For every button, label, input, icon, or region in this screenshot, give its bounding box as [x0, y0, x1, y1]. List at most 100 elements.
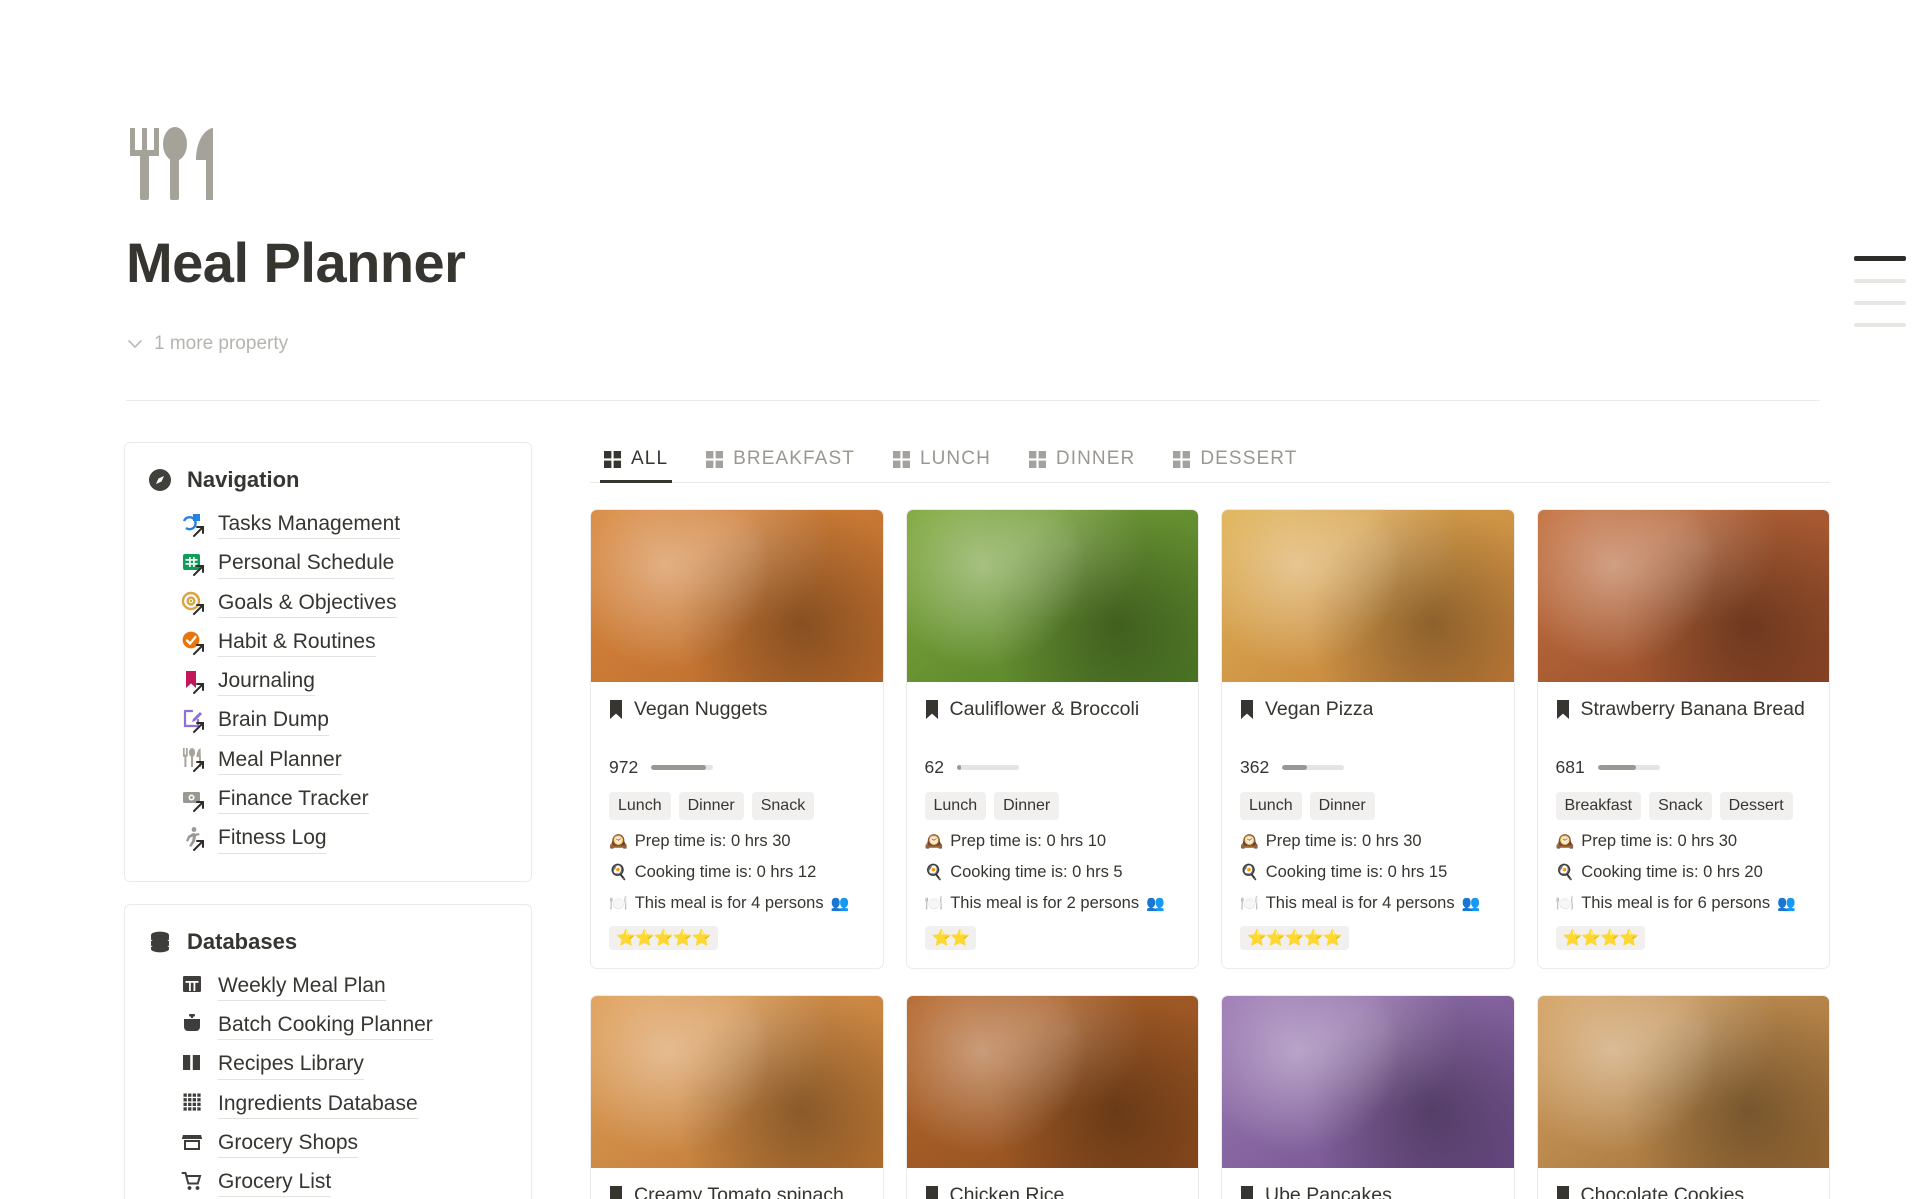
database-item-recipes-library[interactable]: Recipes Library [181, 1045, 509, 1084]
tab-lunch[interactable]: LUNCH [889, 442, 995, 482]
recipe-title: Ube Pancakes [1265, 1183, 1392, 1199]
ube-pancakes-photo [1222, 995, 1514, 1168]
sidebar-item-fitness-log[interactable]: Fitness Log [181, 819, 509, 858]
tab-breakfast[interactable]: BREAKFAST [702, 442, 859, 482]
cooking-time-text: Cooking time is: 0 hrs 20 [1581, 862, 1763, 881]
recipe-card[interactable]: Ube Pancakes [1221, 994, 1515, 1199]
more-property-toggle[interactable]: 1 more property [126, 333, 1826, 355]
recipe-card-body: Strawberry Banana Bread 681 Breakfast Snack… [1538, 682, 1830, 968]
recipe-card[interactable]: Cauliflower & Broccoli 62 Lunch Dinner 🕰️ Pre… [905, 509, 1199, 969]
pan-icon: 🍳 [924, 863, 944, 881]
recipe-tag[interactable]: Dinner [678, 792, 744, 820]
plate-icon: 🍽️ [924, 894, 944, 912]
recipe-card[interactable]: Creamy Tomato spinach [590, 994, 884, 1199]
database-item-weekly-meal-plan[interactable]: Weekly Meal Plan [181, 967, 509, 1006]
recipe-tag[interactable]: Dessert [1719, 792, 1793, 820]
recipe-card[interactable]: Vegan Pizza 362 Lunch Dinner 🕰️ Prep time is:… [1221, 509, 1515, 969]
recipe-card[interactable]: Vegan Nuggets 972 Lunch Dinner Snack 🕰️ Prep t… [590, 509, 884, 969]
recipe-tag[interactable]: Breakfast [1555, 792, 1642, 820]
people-icon: 👥 [1146, 894, 1165, 912]
database-item-batch-cooking-planner[interactable]: Batch Cooking Planner [181, 1006, 509, 1045]
recipe-title-row: Creamy Tomato spinach [609, 1183, 865, 1199]
page-indicator-bar[interactable] [1854, 279, 1906, 283]
recipe-tag[interactable]: Lunch [924, 792, 987, 820]
sidebar-item-finance-tracker[interactable]: Finance Tracker [181, 780, 509, 819]
servings-text: This meal is for 4 persons [1265, 893, 1455, 912]
chicken-rice-photo [906, 995, 1198, 1168]
bookmark-icon [1556, 1185, 1569, 1199]
page-indicator-bar[interactable] [1854, 323, 1906, 327]
clock-icon: 🕰️ [924, 832, 944, 850]
grid-squares-icon [1028, 450, 1046, 468]
grid-squares-icon [604, 450, 621, 468]
sidebar-item-personal-schedule[interactable]: Personal Schedule [181, 544, 509, 583]
clock-icon: 🕰️ [609, 832, 628, 850]
sidebar-item-journaling[interactable]: Journaling [181, 662, 509, 701]
servings-text: This meal is for 6 persons [1581, 893, 1771, 912]
bookmark-icon [925, 699, 938, 719]
plate-icon: 🍽️ [1555, 894, 1575, 912]
clock-icon: 🕰️ [1240, 832, 1259, 850]
tab-all[interactable]: ALL [600, 442, 673, 483]
sidebar-item-tasks-management[interactable]: Tasks Management [181, 505, 509, 544]
rating-stars: ⭐⭐ [924, 925, 977, 950]
sidebar-item-goals-objectives[interactable]: Goals & Objectives [181, 584, 509, 623]
database-item-ingredients-database[interactable]: Ingredients Database [181, 1085, 509, 1124]
recipe-card[interactable]: Chicken Rice [905, 994, 1199, 1199]
recipe-title-row: Cauliflower & Broccoli [925, 697, 1181, 721]
rating-stars: ⭐⭐⭐⭐ [1555, 925, 1646, 950]
page-title: Meal Planner [126, 231, 466, 294]
prep-time-row: 🕰️ Prep time is: 0 hrs 10 [925, 832, 1181, 851]
money-link-icon [183, 791, 204, 812]
recipe-tag[interactable]: Dinner [1309, 792, 1375, 820]
sidebar-item-habit-routines[interactable]: Habit & Routines [181, 623, 509, 662]
sidebar-item-brain-dump[interactable]: Brain Dump [181, 701, 509, 740]
recipe-tag[interactable]: Snack [751, 792, 815, 820]
sidebar-item-meal-planner[interactable]: Meal Planner [181, 741, 509, 780]
compass-icon [149, 469, 171, 491]
page-indicator[interactable] [1854, 256, 1906, 345]
recipe-tag[interactable]: Dinner [994, 792, 1060, 820]
rating-stars: ⭐⭐⭐⭐⭐ [609, 925, 718, 950]
tab-dinner[interactable]: DINNER [1025, 442, 1139, 482]
cooking-time-row: 🍳 Cooking time is: 0 hrs 5 [925, 863, 1181, 882]
recipe-title-row: Vegan Nuggets [609, 697, 865, 721]
navigation-list: Tasks Management Personal Schedule Goals &… [147, 505, 509, 859]
recipe-tag[interactable]: Lunch [1240, 792, 1302, 820]
tab-label: LUNCH [919, 448, 991, 469]
target-link-icon [181, 592, 204, 616]
database-item-label: Recipes Library [218, 1050, 364, 1080]
servings-text: This meal is for 2 persons [950, 893, 1140, 912]
sidebar-item-label: Personal Schedule [218, 549, 395, 579]
cutlery-icon [130, 127, 213, 200]
recipe-title: Strawberry Banana Bread [1580, 698, 1805, 720]
cooking-time-row: 🍳 Cooking time is: 0 hrs 12 [609, 863, 865, 882]
people-icon: 👥 [1461, 894, 1481, 912]
cooking-time-row: 🍳 Cooking time is: 0 hrs 20 [1556, 863, 1812, 882]
page-indicator-bar[interactable] [1854, 256, 1906, 261]
tab-label: BREAKFAST [733, 448, 855, 469]
main-content: ALL BREAKFAST LUNCH DINNER DESSERT Vegan Nug… [590, 442, 1830, 1199]
recipe-title: Cauliflower & Broccoli [949, 698, 1140, 720]
page-indicator-bar[interactable] [1854, 301, 1906, 305]
database-icon [151, 931, 169, 953]
recipe-title: Vegan Pizza [1265, 698, 1374, 720]
recipe-title-row: Chicken Rice [925, 1183, 1181, 1199]
recipe-tag[interactable]: Snack [1649, 792, 1712, 820]
pan-icon: 🍳 [609, 863, 628, 881]
recipe-card[interactable]: Chocolate Cookies [1536, 994, 1830, 1199]
recipe-title: Vegan Nuggets [634, 698, 768, 720]
chocolate-cookies-photo [1537, 995, 1829, 1168]
recipe-card[interactable]: Strawberry Banana Bread 681 Breakfast Snack… [1536, 509, 1830, 969]
more-property-label: 1 more property [154, 333, 289, 354]
database-item-label: Grocery Shops [218, 1129, 359, 1159]
edit-link-icon [183, 710, 204, 734]
database-item-grocery-list[interactable]: Grocery List [181, 1163, 509, 1199]
navigation-panel: Navigation Tasks Management Personal Sche… [124, 442, 532, 882]
header-divider [126, 400, 1820, 401]
tab-dessert[interactable]: DESSERT [1169, 442, 1301, 482]
bookmark-icon [925, 1185, 938, 1199]
recipe-tag[interactable]: Lunch [609, 792, 671, 820]
chevron-down-icon [128, 340, 142, 349]
database-item-grocery-shops[interactable]: Grocery Shops [181, 1124, 509, 1163]
